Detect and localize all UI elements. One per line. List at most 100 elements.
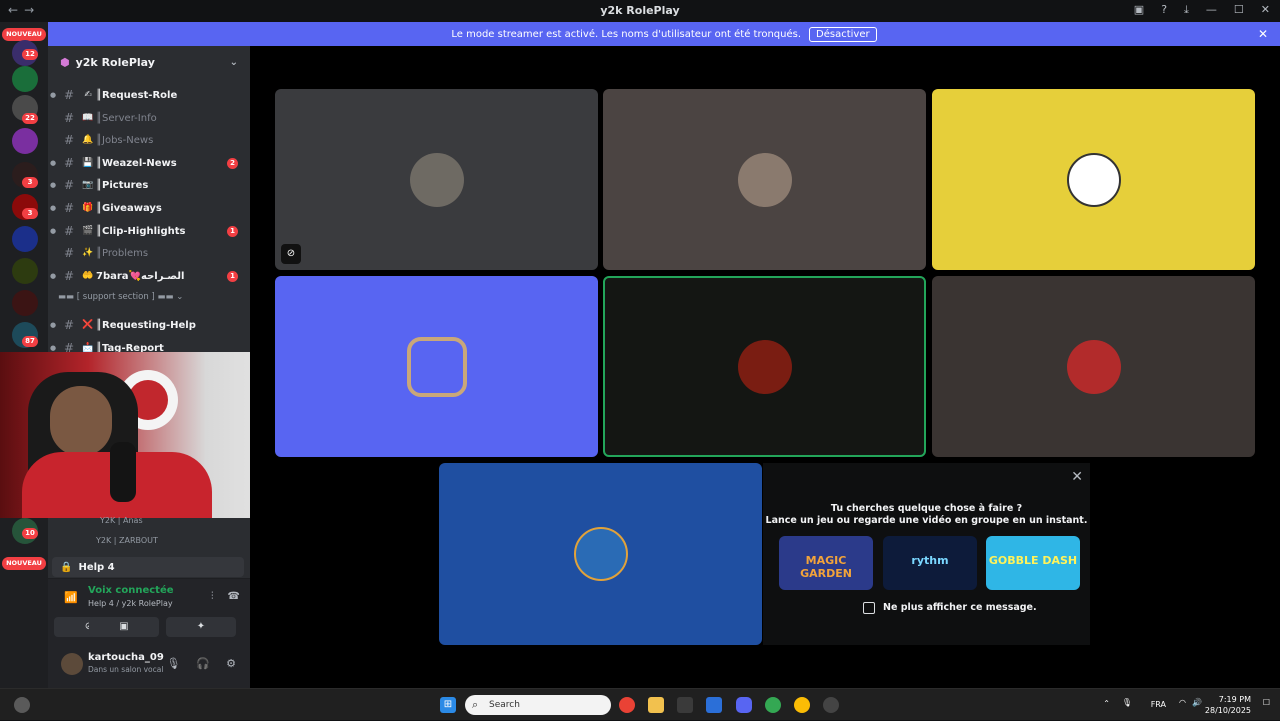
microphone-icon[interactable]: 🎙 xyxy=(166,657,180,670)
disable-streamer-button[interactable]: Désactiver xyxy=(809,26,877,42)
server-icon[interactable] xyxy=(12,258,38,284)
disconnect-icon[interactable]: ☎ xyxy=(228,591,240,602)
chrome-icon[interactable] xyxy=(765,697,781,713)
chevron-down-icon[interactable]: ⌄ xyxy=(230,57,238,68)
activity-card-rythm[interactable]: rythm xyxy=(883,536,977,590)
activity-card-gobble-dash[interactable]: GOBBLE DASH xyxy=(986,536,1080,590)
lock-icon: 🔒 xyxy=(60,561,73,573)
channel-item[interactable]: ● # 💾 ║Weazel-News 2 xyxy=(48,153,250,173)
minimize-icon[interactable]: — xyxy=(1206,3,1217,17)
server-icon[interactable] xyxy=(12,66,38,92)
gear-icon[interactable]: ⚙ xyxy=(226,657,236,670)
window-title: y2k RolePlay xyxy=(600,4,680,17)
server-icon[interactable] xyxy=(12,128,38,154)
language-indicator[interactable]: FRA xyxy=(1151,700,1166,709)
channel-name: ║Giveaways xyxy=(96,202,162,214)
voice-member[interactable]: Y2K | ZARBOUT xyxy=(96,536,158,545)
channel-emoji: ✨ xyxy=(82,248,94,258)
file-explorer-icon[interactable] xyxy=(648,697,664,713)
category-support-section[interactable]: ▬▬ [ support section ] ▬▬ ⌄ xyxy=(58,292,183,302)
chevron-up-icon[interactable]: ⌃ xyxy=(1103,699,1110,708)
participant-tile-speaking[interactable] xyxy=(603,276,926,457)
app-icon[interactable] xyxy=(823,697,839,713)
headphones-icon[interactable]: 🎧 xyxy=(196,657,210,670)
hash-icon: # xyxy=(63,178,75,192)
signal-icon[interactable]: 📶 xyxy=(64,591,78,604)
volume-icon[interactable]: 🔊 xyxy=(1192,698,1202,707)
avatar xyxy=(1066,339,1121,394)
channel-name: 7bara💘الصـراحه xyxy=(96,270,185,282)
mention-badge: 87 xyxy=(22,336,38,347)
voice-channel-help4[interactable]: 🔒 Help 4 xyxy=(52,557,244,577)
banner-message: Le mode streamer est activé. Les noms d'… xyxy=(451,28,802,40)
wifi-icon[interactable]: ◠ xyxy=(1179,698,1186,707)
username[interactable]: kartoucha_09 xyxy=(88,652,164,663)
dont-show-label[interactable]: Ne plus afficher ce message. xyxy=(883,602,1037,613)
streamer-head xyxy=(50,386,112,456)
participant-tile[interactable] xyxy=(275,276,598,457)
server-icon[interactable] xyxy=(12,226,38,252)
maximize-icon[interactable]: ☐ xyxy=(1234,3,1244,17)
download-icon[interactable]: ⤓ xyxy=(1184,3,1189,17)
channel-item[interactable]: # ✨ ║Problems xyxy=(48,243,250,263)
participant-tile[interactable] xyxy=(932,276,1255,457)
voice-member[interactable]: Y2K | Anas xyxy=(100,516,143,525)
screenshare-button[interactable]: ▣ xyxy=(89,617,159,637)
banner-close-icon[interactable]: ✕ xyxy=(1258,27,1268,41)
taskbar: ⊞ ⌕ Search ⌃ 🎙 FRA ◠ 🔊 7:19 PM 28/10/202… xyxy=(0,688,1280,720)
channel-emoji: 📷 xyxy=(82,180,94,190)
notification-icon[interactable]: ☐ xyxy=(1263,698,1270,707)
avatar xyxy=(737,152,792,207)
start-icon[interactable]: ⊞ xyxy=(440,697,456,713)
channel-name: ║Request-Role xyxy=(96,89,178,101)
user-panel: kartoucha_09 Dans un salon vocal 🎙 🎧 ⚙ xyxy=(48,644,250,688)
participant-tile[interactable] xyxy=(439,463,762,645)
store-icon[interactable] xyxy=(677,697,693,713)
voice-status[interactable]: Voix connectée xyxy=(88,585,174,596)
search-placeholder: Search xyxy=(489,700,520,710)
noise-suppression-icon[interactable]: ⫶ xyxy=(211,591,214,602)
caret-icon: ● xyxy=(49,204,57,212)
search-box[interactable]: ⌕ Search xyxy=(465,695,611,715)
participant-tile[interactable] xyxy=(932,89,1255,270)
participant-tile[interactable] xyxy=(603,89,926,270)
channel-item[interactable]: ● # ✍ ║Request-Role xyxy=(48,85,250,105)
channel-item[interactable]: ● # 🎁 ║Giveaways xyxy=(48,198,250,218)
activity-label: MAGIC GARDEN xyxy=(800,554,852,580)
activity-card-magic-garden[interactable]: MAGIC GARDEN xyxy=(779,536,873,590)
dont-show-checkbox[interactable] xyxy=(863,602,875,614)
title-bar: ←→ y2k RolePlay ▣ ? ⤓ — ☐ ✕ xyxy=(0,0,1280,21)
channel-item[interactable]: # 📖 ║Server-Info xyxy=(48,108,250,128)
channel-name: ║Requesting-Help xyxy=(96,319,196,331)
mail-icon[interactable] xyxy=(706,697,722,713)
avatar xyxy=(573,527,628,581)
close-icon[interactable]: ✕ xyxy=(1071,469,1083,485)
channel-item[interactable]: ● # 🎬 ║Clip-Highlights 1 xyxy=(48,221,250,241)
guild-icon: ⬢ xyxy=(60,55,70,69)
caret-icon: ● xyxy=(49,227,57,235)
channel-item[interactable]: # 🔔 ║Jobs-News xyxy=(48,130,250,150)
server-icon[interactable] xyxy=(12,290,38,316)
close-window-icon[interactable]: ✕ xyxy=(1261,3,1270,17)
channel-item[interactable]: ● # 🤲 7bara💘الصـراحه 1 xyxy=(48,266,250,286)
caret-icon: ● xyxy=(49,344,57,352)
clock[interactable]: 7:19 PM 28/10/2025 xyxy=(1205,694,1251,716)
activity-label: rythm xyxy=(911,554,949,567)
microphone xyxy=(110,442,136,502)
hash-icon: # xyxy=(63,318,75,332)
inbox-icon[interactable]: ▣ xyxy=(1134,3,1144,17)
guild-header[interactable]: ⬢ y2k RolePlay ⌄ xyxy=(48,46,250,78)
discord-icon[interactable] xyxy=(736,697,752,713)
hash-icon: # xyxy=(63,156,75,170)
channel-item[interactable]: ● # ❌ ║Requesting-Help xyxy=(48,315,250,335)
help-icon[interactable]: ? xyxy=(1161,3,1167,17)
voice-location[interactable]: Help 4 / y2k RolePlay xyxy=(88,599,173,608)
avatar[interactable] xyxy=(61,653,83,675)
channel-item[interactable]: ● # 📷 ║Pictures xyxy=(48,175,250,195)
chrome-icon[interactable] xyxy=(619,697,635,713)
chrome-icon[interactable] xyxy=(794,697,810,713)
participant-tile[interactable]: ⊘ xyxy=(275,89,598,270)
widgets-icon[interactable] xyxy=(14,697,30,713)
activities-button[interactable]: ✦ xyxy=(166,617,236,637)
microphone-icon[interactable]: 🎙 xyxy=(1122,698,1132,707)
